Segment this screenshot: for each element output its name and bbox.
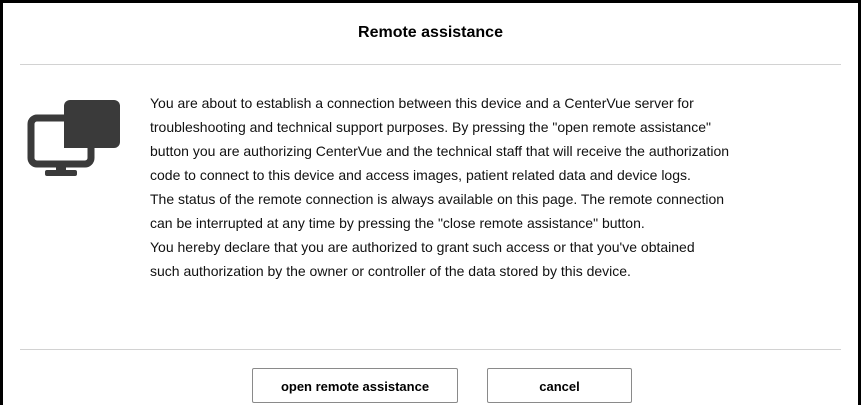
remote-monitors-icon — [25, 96, 125, 180]
message-line: button you are authorizing CenterVue and… — [150, 143, 730, 159]
footer-divider — [20, 349, 841, 350]
message-line: such authorization by the owner or contr… — [150, 263, 631, 279]
remote-assistance-dialog: Remote assistance You are about to estab… — [0, 0, 861, 405]
message-line: code to connect to this device and acces… — [150, 167, 691, 183]
dialog-message: You are about to establish a connection … — [150, 91, 858, 283]
message-line: You hereby declare that you are authoriz… — [150, 239, 695, 255]
dialog-title: Remote assistance — [358, 24, 503, 41]
title-divider — [20, 64, 841, 65]
message-line: troubleshooting and technical support pu… — [150, 119, 711, 135]
message-line: can be interrupted at any time by pressi… — [150, 215, 645, 231]
cancel-button[interactable]: cancel — [487, 368, 632, 403]
open-remote-assistance-button[interactable]: open remote assistance — [252, 368, 458, 403]
message-line: The status of the remote connection is a… — [150, 191, 725, 207]
message-line: You are about to establish a connection … — [150, 95, 694, 111]
